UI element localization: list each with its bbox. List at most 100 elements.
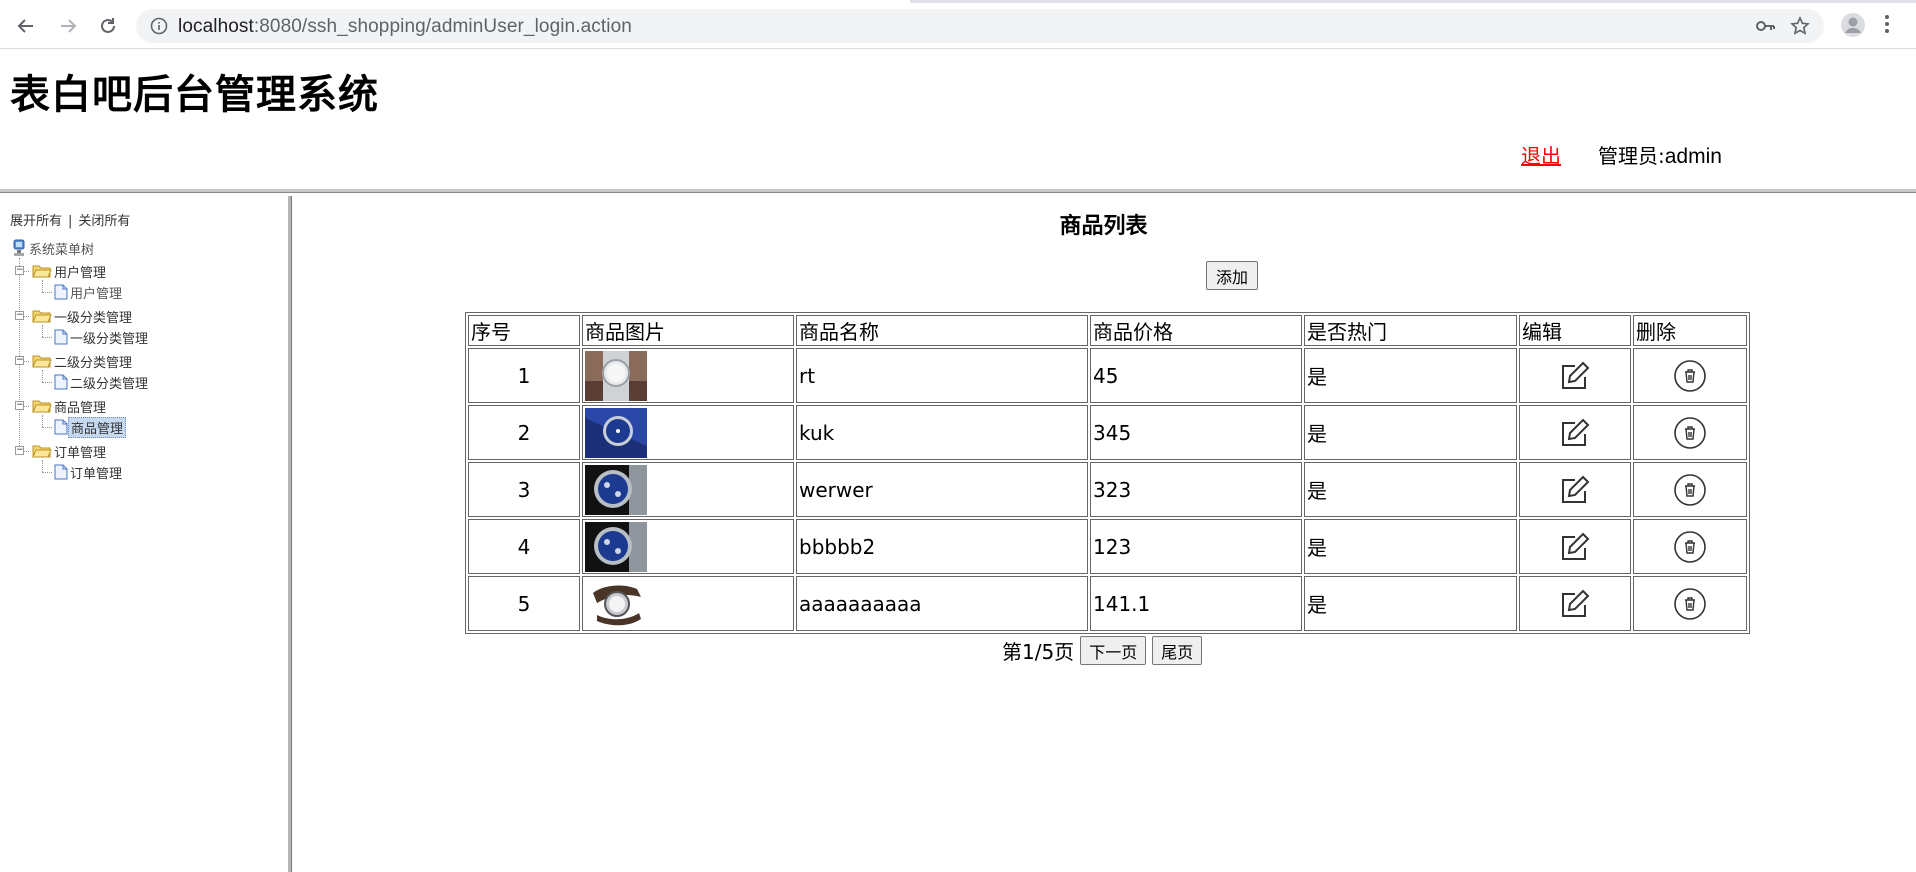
- cell-delete: [1633, 405, 1747, 460]
- cell-no: 1: [468, 348, 580, 403]
- collapse-toggle-icon[interactable]: −: [15, 311, 24, 320]
- edit-icon[interactable]: [1559, 474, 1591, 506]
- cell-no: 3: [468, 462, 580, 517]
- folder-open-icon: [32, 310, 52, 323]
- edit-icon[interactable]: [1559, 531, 1591, 563]
- expand-all-link[interactable]: 展开所有: [10, 214, 62, 229]
- cell-edit: [1519, 576, 1631, 631]
- cell-image: [582, 405, 794, 460]
- folder-open-icon: [32, 355, 52, 368]
- tree-connector: [42, 460, 43, 472]
- cell-image: [582, 348, 794, 403]
- cell-price: 141.1: [1090, 576, 1302, 631]
- product-thumbnail: [585, 407, 647, 458]
- tree-folder-label: 商品管理: [54, 400, 107, 416]
- next-page-button[interactable]: 下一页: [1080, 636, 1147, 665]
- product-thumbnail: [585, 464, 647, 515]
- tree-leaf-cat1[interactable]: 一级分类管理: [54, 327, 150, 347]
- back-button[interactable]: [12, 12, 40, 40]
- col-header-hot: 是否热门: [1304, 315, 1517, 346]
- cell-name: kuk: [796, 405, 1088, 460]
- product-thumbnail: [585, 521, 647, 572]
- cell-delete: [1633, 348, 1747, 403]
- forward-button[interactable]: [54, 12, 82, 40]
- page-icon: [54, 329, 68, 345]
- edit-icon[interactable]: [1559, 360, 1591, 392]
- tree-connector: [42, 337, 52, 338]
- tree-folder-cat2[interactable]: 二级分类管理: [32, 351, 134, 371]
- cell-name: aaaaaaaaaa: [796, 576, 1088, 631]
- cell-delete: [1633, 576, 1747, 631]
- col-header-no: 序号: [468, 315, 580, 346]
- page-icon: [54, 419, 68, 435]
- collapse-toggle-icon[interactable]: −: [15, 446, 24, 455]
- address-bar[interactable]: localhost:8080/ssh_shopping/adminUser_lo…: [136, 9, 1824, 43]
- logout-link[interactable]: 退出: [1521, 140, 1561, 169]
- trash-icon[interactable]: [1673, 587, 1707, 621]
- collapse-toggle-icon[interactable]: −: [15, 356, 24, 365]
- tree-leaf-orders[interactable]: 订单管理: [54, 462, 124, 482]
- admin-name: admin: [1664, 145, 1722, 168]
- tree-leaf-goods[interactable]: 商品管理: [54, 416, 127, 438]
- cell-delete: [1633, 462, 1747, 517]
- cell-no: 5: [468, 576, 580, 631]
- tree-folder-label: 订单管理: [54, 445, 107, 461]
- cell-delete: [1633, 519, 1747, 574]
- cell-hot: 是: [1304, 576, 1517, 631]
- url-host: localhost: [178, 16, 254, 37]
- page-indicator: 第1/5页: [1002, 640, 1075, 664]
- trash-icon[interactable]: [1673, 416, 1707, 450]
- tree-trunk-line: [19, 258, 20, 448]
- collapse-toggle-icon[interactable]: −: [15, 266, 24, 275]
- table-row: 2 kuk 345 是: [468, 405, 1747, 460]
- tree-folder-goods[interactable]: 商品管理: [32, 396, 108, 416]
- tree-connector: [42, 427, 52, 428]
- last-page-button[interactable]: 尾页: [1152, 636, 1203, 665]
- tree-leaf-label: 用户管理: [70, 286, 123, 302]
- trash-icon[interactable]: [1673, 530, 1707, 564]
- reload-button[interactable]: [94, 12, 122, 40]
- cell-no: 4: [468, 519, 580, 574]
- key-icon[interactable]: [1756, 17, 1776, 35]
- col-header-name: 商品名称: [796, 315, 1088, 346]
- info-icon[interactable]: [150, 17, 168, 35]
- collapse-toggle-icon[interactable]: −: [15, 401, 24, 410]
- col-header-edit: 编辑: [1519, 315, 1631, 346]
- tree-leaf-cat2[interactable]: 二级分类管理: [54, 372, 150, 392]
- table-row: 4 bbbbb2 123 是: [468, 519, 1747, 574]
- cell-edit: [1519, 519, 1631, 574]
- trash-icon[interactable]: [1673, 473, 1707, 507]
- tree-root[interactable]: 系统菜单树: [11, 238, 96, 258]
- tree-toggle-links: 展开所有 | 关闭所有: [10, 210, 130, 229]
- tree-folder-label: 一级分类管理: [54, 310, 133, 326]
- folder-open-icon: [32, 400, 52, 413]
- frame-splitter[interactable]: [288, 196, 292, 872]
- trash-icon[interactable]: [1673, 359, 1707, 393]
- tree-connector: [42, 472, 52, 473]
- site-title: 表白吧后台管理系统: [10, 72, 379, 118]
- header-divider: [0, 189, 1916, 193]
- bookmark-star-icon[interactable]: [1790, 16, 1810, 36]
- cell-hot: 是: [1304, 405, 1517, 460]
- tree-connector: [42, 280, 43, 292]
- col-header-price: 商品价格: [1090, 315, 1302, 346]
- tree-folder-orders[interactable]: 订单管理: [32, 441, 108, 461]
- toggle-separator: |: [68, 214, 73, 229]
- tree-leaf-user-mgmt[interactable]: 用户管理: [54, 282, 124, 302]
- tree-folder-cat1[interactable]: 一级分类管理: [32, 306, 134, 326]
- page-icon: [54, 464, 68, 480]
- collapse-all-link[interactable]: 关闭所有: [78, 214, 130, 229]
- cell-hot: 是: [1304, 348, 1517, 403]
- cell-edit: [1519, 462, 1631, 517]
- profile-avatar-icon[interactable]: [1840, 12, 1866, 38]
- left-menu-pane: 展开所有 | 关闭所有 系统菜单树 − 用户管理 用户管理 − 一级分类管理 一级分…: [0, 196, 288, 872]
- col-header-image: 商品图片: [582, 315, 794, 346]
- col-header-delete: 删除: [1633, 315, 1747, 346]
- kebab-menu-icon[interactable]: [1884, 14, 1890, 34]
- edit-icon[interactable]: [1559, 417, 1591, 449]
- tree-folder-user-mgmt[interactable]: 用户管理: [32, 261, 108, 281]
- edit-icon[interactable]: [1559, 588, 1591, 620]
- page-icon: [54, 284, 68, 300]
- url-text[interactable]: localhost:8080/ssh_shopping/adminUser_lo…: [178, 16, 632, 38]
- add-button[interactable]: 添加: [1206, 261, 1258, 290]
